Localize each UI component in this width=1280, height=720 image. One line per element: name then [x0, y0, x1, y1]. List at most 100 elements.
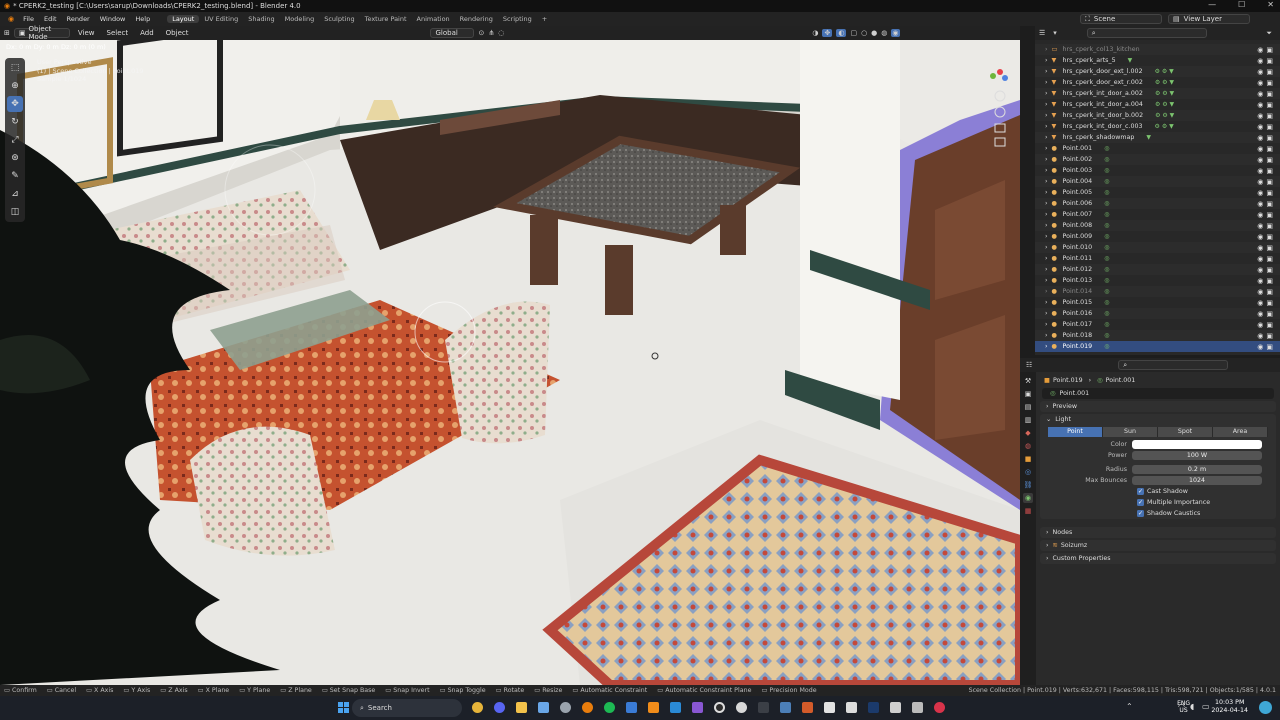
add-workspace-icon[interactable]: + — [537, 15, 552, 23]
add-cube-icon[interactable]: ◫ — [7, 204, 23, 220]
light-type-point[interactable]: Point — [1048, 427, 1103, 437]
modifier-icons[interactable]: ⚙ ⚙ ▼ — [1155, 101, 1174, 108]
modifier-icons[interactable]: ◎ — [1104, 299, 1109, 306]
outliner-row[interactable]: › ● Point.003 ◎ ◉▣ — [1035, 165, 1280, 176]
outliner-row[interactable]: › ● Point.011 ◎ ◉▣ — [1035, 253, 1280, 264]
visibility-eye-icon[interactable]: ◉▣ — [1257, 156, 1276, 164]
expand-arrow-icon[interactable]: › — [1045, 145, 1048, 152]
color-field[interactable]: Color — [1040, 439, 1276, 450]
outliner-row[interactable]: › ● Point.009 ◎ ◉▣ — [1035, 231, 1280, 242]
modifier-icons[interactable]: ▼ — [1128, 57, 1133, 64]
menu-edit[interactable]: Edit — [39, 15, 62, 23]
expand-arrow-icon[interactable]: › — [1045, 123, 1048, 130]
visibility-eye-icon[interactable]: ◉▣ — [1257, 310, 1276, 318]
modifier-icons[interactable]: ◎ — [1104, 211, 1109, 218]
outliner-search-input[interactable]: ⌕ — [1086, 28, 1207, 38]
power-value[interactable]: 100 W — [1132, 451, 1262, 460]
render-tab-icon[interactable]: ▣ — [1023, 389, 1033, 399]
power-field[interactable]: Power 100 W — [1040, 450, 1276, 461]
editor-type-icon[interactable]: ⊞ — [4, 29, 10, 37]
visibility-eye-icon[interactable]: ◉▣ — [1257, 277, 1276, 285]
outliner-row[interactable]: › ● Point.004 ◎ ◉▣ — [1035, 176, 1280, 187]
visibility-eye-icon[interactable]: ◉▣ — [1257, 266, 1276, 274]
view-layer-tab-icon[interactable]: ▥ — [1023, 415, 1033, 425]
visibility-eye-icon[interactable]: ◉▣ — [1257, 90, 1276, 98]
photoshop-icon[interactable] — [868, 702, 879, 713]
mode-selector[interactable]: ▣ Object Mode — [13, 25, 70, 41]
properties-editor-icon[interactable]: ☷ — [1026, 361, 1032, 369]
expand-arrow-icon[interactable]: › — [1045, 222, 1048, 229]
expand-arrow-icon[interactable]: › — [1045, 277, 1048, 284]
outliner-row[interactable]: › ● Point.017 ◎ ◉▣ — [1035, 319, 1280, 330]
scale-icon[interactable]: ⤢ — [7, 132, 23, 148]
tab-sculpting[interactable]: Sculpting — [319, 15, 359, 23]
move-icon[interactable]: ✥ — [7, 96, 23, 112]
outliner-row[interactable]: › ● Point.002 ◎ ◉▣ — [1035, 154, 1280, 165]
outliner-row[interactable]: › ● Point.010 ◎ ◉▣ — [1035, 242, 1280, 253]
unity-icon[interactable] — [912, 702, 923, 713]
visibility-eye-icon[interactable]: ◉▣ — [1257, 134, 1276, 142]
xray-icon[interactable]: ▢ — [850, 29, 857, 37]
expand-arrow-icon[interactable]: › — [1045, 178, 1048, 185]
settings-icon[interactable] — [560, 702, 571, 713]
taskbar-search-input[interactable]: ⌕ Search — [352, 699, 462, 717]
cursor-icon[interactable]: ⊕ — [7, 78, 23, 94]
blender-taskbar-icon[interactable] — [582, 702, 593, 713]
visibility-eye-icon[interactable]: ◉▣ — [1257, 288, 1276, 296]
expand-arrow-icon[interactable]: › — [1045, 68, 1048, 75]
outliner-row[interactable]: › ● Point.007 ◎ ◉▣ — [1035, 209, 1280, 220]
obs-icon[interactable] — [714, 702, 725, 713]
light-type-spot[interactable]: Spot — [1158, 427, 1213, 437]
menu-add[interactable]: Add — [136, 29, 158, 37]
outliner-row[interactable]: › ▼ hrs_cperk_door_ext_r.002 ⚙ ⚙ ▼ ◉▣ — [1035, 77, 1280, 88]
visibility-eye-icon[interactable]: ◉▣ — [1257, 222, 1276, 230]
start-icon[interactable] — [338, 702, 349, 713]
visibility-eye-icon[interactable]: ◉▣ — [1257, 112, 1276, 120]
outliner-row[interactable]: › ● Point.005 ◎ ◉▣ — [1035, 187, 1280, 198]
expand-arrow-icon[interactable]: › — [1045, 288, 1048, 295]
max-bounces-value[interactable]: 1024 — [1132, 476, 1262, 485]
battery-icon[interactable]: ▭ — [1202, 702, 1210, 711]
menu-window[interactable]: Window — [95, 15, 131, 23]
outliner-row[interactable]: › ● Point.008 ◎ ◉▣ — [1035, 220, 1280, 231]
visibility-eye-icon[interactable]: ◉▣ — [1257, 255, 1276, 263]
expand-arrow-icon[interactable]: › — [1045, 90, 1048, 97]
app-icon[interactable] — [626, 702, 637, 713]
modifier-icons[interactable]: ◎ — [1104, 233, 1109, 240]
outliner-row[interactable]: › ● Point.015 ◎ ◉▣ — [1035, 297, 1280, 308]
material-shading-icon[interactable]: ◍ — [881, 29, 887, 37]
light-datablock-selector[interactable]: ◎ Point.001 — [1042, 388, 1274, 399]
tab-animation[interactable]: Animation — [412, 15, 455, 23]
copilot-icon[interactable] — [1259, 701, 1272, 714]
select-box-icon[interactable]: ⬚ — [7, 60, 23, 76]
menu-render[interactable]: Render — [62, 15, 95, 23]
expand-arrow-icon[interactable]: › — [1045, 332, 1048, 339]
panel-custom-properties[interactable]: › Custom Properties — [1040, 553, 1276, 564]
visibility-eye-icon[interactable]: ◉▣ — [1257, 233, 1276, 241]
chrome-icon[interactable] — [472, 702, 483, 713]
terminal-icon[interactable] — [758, 702, 769, 713]
outliner-row[interactable]: › ▼ hrs_cperk_shadowmap ▼ ◉▣ — [1035, 132, 1280, 143]
modifier-icons[interactable]: ◎ — [1104, 277, 1109, 284]
rotate-icon[interactable]: ↻ — [7, 114, 23, 130]
max-bounces-field[interactable]: Max Bounces 1024 — [1040, 475, 1276, 486]
outliner-editor-icon[interactable]: ☰ — [1039, 29, 1045, 37]
modifier-icons[interactable]: ◎ — [1104, 156, 1109, 163]
constraints-tab-icon[interactable]: ⛓ — [1023, 480, 1033, 490]
multiple-importance-checkbox[interactable]: ✓ Multiple Importance — [1040, 497, 1276, 508]
discord-icon[interactable] — [494, 702, 505, 713]
modifier-icons[interactable]: ◎ — [1104, 266, 1109, 273]
outliner-row[interactable]: › ▼ hrs_cperk_door_ext_l.002 ⚙ ⚙ ▼ ◉▣ — [1035, 66, 1280, 77]
expand-arrow-icon[interactable]: › — [1045, 244, 1048, 251]
modifier-icons[interactable]: ◎ — [1104, 255, 1109, 262]
radius-field[interactable]: Radius 0.2 m — [1040, 464, 1276, 475]
radius-value[interactable]: 0.2 m — [1132, 465, 1262, 474]
menu-file[interactable]: File — [18, 15, 39, 23]
outliner-row[interactable]: › ● Point.001 ◎ ◉▣ — [1035, 143, 1280, 154]
outliner-row[interactable]: › ● Point.012 ◎ ◉▣ — [1035, 264, 1280, 275]
solid-shading-icon[interactable]: ● — [871, 29, 877, 37]
expand-arrow-icon[interactable]: › — [1045, 233, 1048, 240]
expand-arrow-icon[interactable]: › — [1045, 156, 1048, 163]
panel-light-header[interactable]: ⌄ Light — [1040, 414, 1276, 425]
expand-arrow-icon[interactable]: › — [1045, 167, 1048, 174]
